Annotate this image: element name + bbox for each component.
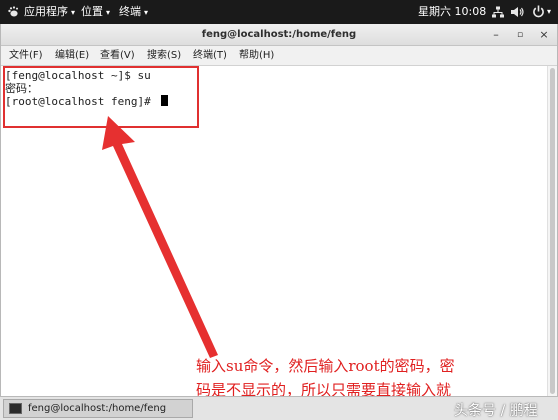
terminal-app-menu-label: 终端 xyxy=(119,5,141,18)
applications-menu[interactable]: 应用程序 ▾ xyxy=(24,0,75,24)
taskbar-window-label: feng@localhost:/home/feng xyxy=(28,403,167,414)
chevron-down-icon: ▾ xyxy=(106,8,111,17)
minimize-button[interactable]: – xyxy=(488,27,504,43)
menu-search[interactable]: 搜索(S) xyxy=(147,46,181,66)
menu-file[interactable]: 文件(F) xyxy=(9,46,43,66)
menu-view[interactable]: 查看(V) xyxy=(100,46,135,66)
chevron-down-icon: ▾ xyxy=(144,8,149,17)
annotation-text: 输入su命令，然后输入root的密码，密 码是不显示的，所以只需要直接输入就 好 xyxy=(196,354,548,420)
scrollbar-thumb[interactable] xyxy=(550,68,555,394)
highlight-box xyxy=(3,66,199,128)
menu-bar: 文件(F) 编辑(E) 查看(V) 搜索(S) 终端(T) 帮助(H) xyxy=(1,46,557,66)
network-icon[interactable] xyxy=(492,6,504,18)
clock[interactable]: 星期六 10:08 xyxy=(418,0,486,24)
annotation-line: 输入su命令，然后输入root的密码，密 xyxy=(196,357,455,375)
window-titlebar[interactable]: feng@localhost:/home/feng – ▫ × xyxy=(1,24,557,46)
menu-edit[interactable]: 编辑(E) xyxy=(55,46,89,66)
chevron-down-icon: ▾ xyxy=(71,8,76,17)
chevron-down-icon[interactable]: ▾ xyxy=(547,7,551,16)
taskbar-window-button[interactable]: feng@localhost:/home/feng xyxy=(3,399,193,418)
menu-help[interactable]: 帮助(H) xyxy=(239,46,274,66)
close-button[interactable]: × xyxy=(536,27,552,43)
terminal-app-menu[interactable]: 终端 ▾ xyxy=(119,0,148,24)
places-menu[interactable]: 位置 ▾ xyxy=(81,0,110,24)
top-bar: 应用程序 ▾ 位置 ▾ 终端 ▾ 星期六 10:08 ▾ xyxy=(0,0,558,24)
places-menu-label: 位置 xyxy=(81,5,103,18)
menu-terminal[interactable]: 终端(T) xyxy=(193,46,227,66)
window-title: feng@localhost:/home/feng xyxy=(201,29,357,40)
gnome-foot-icon[interactable] xyxy=(7,6,19,18)
scrollbar[interactable] xyxy=(547,66,557,396)
watermark: 头条号 / 鹏程 xyxy=(454,403,538,419)
volume-icon[interactable] xyxy=(511,6,524,18)
maximize-button[interactable]: ▫ xyxy=(512,27,528,43)
applications-menu-label: 应用程序 xyxy=(24,5,68,18)
power-icon[interactable] xyxy=(532,5,545,18)
terminal-icon xyxy=(9,403,22,414)
